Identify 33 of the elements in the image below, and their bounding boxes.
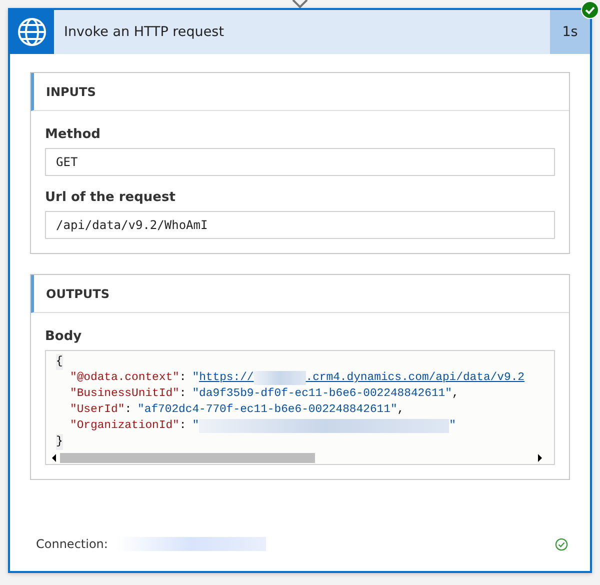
- json-colon: :: [179, 371, 186, 386]
- json-string: ": [192, 370, 200, 386]
- json-string: "da9f35b9-df0f-ec11-b6e6-002248842611": [192, 386, 452, 402]
- json-string: ": [449, 418, 456, 434]
- field-label: Url of the request: [45, 190, 176, 205]
- json-string: ": [192, 418, 200, 434]
- scroll-right-arrow-icon[interactable]: [536, 453, 544, 463]
- code-brace: }: [56, 434, 63, 450]
- section-heading: INPUTS: [46, 84, 96, 98]
- input-field: GET: [45, 148, 555, 176]
- code-brace: {: [56, 354, 63, 370]
- scroll-left-arrow-icon[interactable]: [50, 453, 58, 463]
- json-colon: :: [124, 403, 132, 418]
- input-field: /api/data/v9.2/WhoAmI: [45, 211, 555, 239]
- json-colon: :: [179, 419, 186, 434]
- json-comma: ,: [452, 387, 459, 402]
- field-label: Body: [45, 329, 83, 344]
- field-label: Method: [45, 127, 102, 142]
- connection-label: Connection:: [36, 537, 108, 551]
- redacted-text: [254, 371, 306, 385]
- action-title: Invoke an HTTP request: [63, 23, 225, 42]
- json-link[interactable]: https://: [199, 370, 254, 386]
- json-string: "af702dc4-770f-ec11-b6e6-002248842611": [138, 402, 398, 418]
- action-header[interactable]: Invoke an HTTP request 1s: [10, 10, 590, 54]
- section-heading: OUTPUTS: [46, 286, 110, 300]
- json-key: "BusinessUnitId": [70, 386, 180, 402]
- json-key: "@odata.context": [70, 370, 180, 386]
- json-link[interactable]: .crm4.dynamics.com/api/data/v9.2: [306, 370, 524, 386]
- json-key: "UserId": [70, 402, 125, 418]
- json-key: "OrganizationId": [70, 418, 180, 434]
- json-comma: ,: [397, 403, 404, 418]
- duration-label: 1s: [550, 10, 590, 54]
- json-colon: :: [179, 387, 186, 402]
